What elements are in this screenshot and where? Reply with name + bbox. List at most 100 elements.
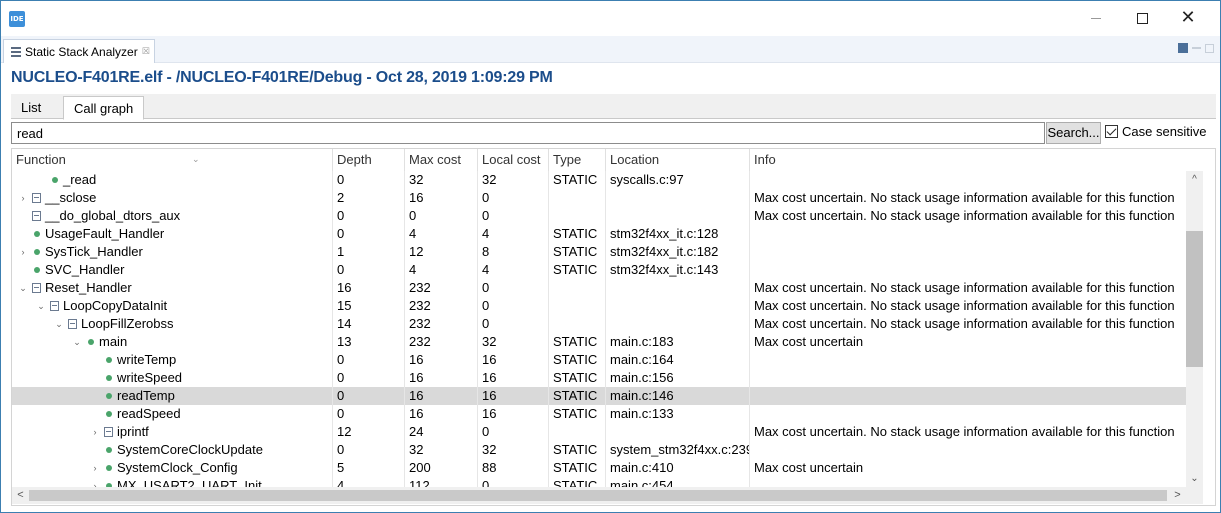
scroll-left-icon[interactable]: < [12,487,29,504]
close-icon: ✕ [1180,7,1196,28]
collapse-chevron-icon[interactable]: ⌄ [18,279,28,297]
table-row[interactable]: ⌄ main 13 232 32 STATIC main.c:183 Max cost unc… [12,333,1187,351]
tab-list[interactable]: List [11,96,51,119]
cell-function: UsageFault_Handler [12,225,333,243]
cell-max-cost: 200 [405,459,478,477]
cell-function: ⌄ Reset_Handler [12,279,333,297]
table-row[interactable]: › SysTick_Handler 1 12 8 STATIC stm32f4xx_it.c… [12,243,1187,261]
table-row[interactable]: › __sclose 2 16 0 Max cost uncertain. No stac… [12,189,1187,207]
cell-max-cost: 16 [405,405,478,423]
column-header-local-cost[interactable]: Local cost [478,149,549,171]
tab-close-icon[interactable]: ☒ [142,46,150,57]
view-menu-icon[interactable] [1178,43,1188,53]
cell-local-cost: 32 [478,441,549,459]
column-header-type[interactable]: Type [549,149,606,171]
scroll-right-icon[interactable]: > [1169,487,1186,504]
horizontal-scrollbar[interactable]: < > [12,487,1203,504]
cell-depth: 5 [333,459,405,477]
ide-window: IDE ✕ Static Stack Analyzer ☒ NUCLEO-F40… [0,0,1221,513]
tab-call-graph[interactable]: Call graph [63,96,145,120]
table-row[interactable]: › SystemClock_Config 5 200 88 STATIC main.c:41… [12,459,1187,477]
cell-info: Max cost uncertain [754,460,864,475]
vertical-scrollbar[interactable]: ^ ⌄ [1186,171,1203,487]
cell-info [750,243,1187,261]
function-name: __do_global_dtors_aux [45,208,181,223]
tab-static-stack-analyzer[interactable]: Static Stack Analyzer ☒ [3,39,155,63]
cell-type [549,279,606,297]
cell-max-cost: 0 [405,207,478,225]
view-minimize-icon[interactable] [1192,47,1201,49]
table-row[interactable]: SystemCoreClockUpdate 0 32 32 STATIC system_s… [12,441,1187,459]
cell-depth: 0 [333,171,405,189]
table-row[interactable]: ⌄ LoopFillZerobss 14 232 0 Max cost uncertain… [12,315,1187,333]
cell-location: stm32f4xx_it.c:182 [606,243,750,261]
sort-chevron-icon: ⌄ [192,154,200,164]
scroll-down-icon[interactable]: ⌄ [1186,470,1203,487]
function-name: readTemp [117,388,175,403]
cell-max-cost: 24 [405,423,478,441]
table-row[interactable]: readTemp 0 16 16 STATIC main.c:146 [12,387,1187,405]
column-header-info[interactable]: Info [750,149,1187,171]
cell-max-cost: 12 [405,243,478,261]
function-name: UsageFault_Handler [45,226,165,241]
column-header-max-cost[interactable]: Max cost [405,149,478,171]
table-row[interactable]: __do_global_dtors_aux 0 0 0 Max cost uncerta… [12,207,1187,225]
table-row[interactable]: › iprintf 12 24 0 Max cost uncertain. No stac… [12,423,1187,441]
table-row[interactable]: writeSpeed 0 16 16 STATIC main.c:156 [12,369,1187,387]
cell-function: › iprintf [12,423,333,441]
table-row[interactable]: ⌄ LoopCopyDataInit 15 232 0 Max cost uncertai… [12,297,1187,315]
view-maximize-icon[interactable] [1205,43,1214,53]
cell-max-cost: 4 [405,261,478,279]
cell-depth: 0 [333,405,405,423]
cell-type [549,297,606,315]
close-button[interactable]: ✕ [1165,1,1211,35]
cell-type: STATIC [549,351,606,369]
table-row[interactable]: writeTemp 0 16 16 STATIC main.c:164 [12,351,1187,369]
column-header-function[interactable]: Function ⌄ [12,149,333,171]
expand-chevron-icon[interactable]: › [18,189,28,207]
library-file-icon [50,301,59,311]
minimize-button[interactable] [1073,1,1119,35]
cell-location: main.c:133 [606,405,750,423]
maximize-button[interactable] [1119,1,1165,35]
cell-location [606,315,750,333]
cell-function: ⌄ main [12,333,333,351]
expand-chevron-icon[interactable]: › [90,459,100,477]
case-sensitive-checkbox[interactable] [1105,125,1118,138]
cell-function: ⌄ LoopFillZerobss [12,315,333,333]
function-name: iprintf [117,424,149,439]
collapse-chevron-icon[interactable]: ⌄ [54,315,64,333]
scroll-up-icon[interactable]: ^ [1186,171,1203,188]
cell-local-cost: 4 [478,261,549,279]
expand-chevron-icon[interactable]: › [18,243,28,261]
search-button[interactable]: Search... [1046,122,1101,144]
function-dot-icon [52,177,58,183]
column-header-depth[interactable]: Depth [333,149,405,171]
table-row[interactable]: readSpeed 0 16 16 STATIC main.c:133 [12,405,1187,423]
cell-type [549,423,606,441]
table-row[interactable]: ⌄ Reset_Handler 16 232 0 Max cost uncertain. … [12,279,1187,297]
cell-location [606,297,750,315]
case-sensitive-toggle[interactable]: Case sensitive [1105,124,1207,139]
table-row[interactable]: UsageFault_Handler 0 4 4 STATIC stm32f4xx_it.… [12,225,1187,243]
cell-local-cost: 0 [478,297,549,315]
cell-type: STATIC [549,261,606,279]
table-row[interactable]: _read 0 32 32 STATIC syscalls.c:97 [12,171,1187,189]
cell-max-cost: 232 [405,279,478,297]
column-header-location[interactable]: Location [606,149,750,171]
cell-local-cost: 16 [478,405,549,423]
vertical-scroll-thumb[interactable] [1186,231,1203,367]
table-row[interactable]: SVC_Handler 0 4 4 STATIC stm32f4xx_it.c:143 [12,261,1187,279]
maximize-icon [1136,12,1148,24]
horizontal-scroll-thumb[interactable] [29,490,1167,501]
function-name: SystemClock_Config [117,460,238,475]
expand-chevron-icon[interactable]: › [90,423,100,441]
function-dot-icon [34,267,40,273]
cell-location: stm32f4xx_it.c:128 [606,225,750,243]
collapse-chevron-icon[interactable]: ⌄ [36,297,46,315]
search-input[interactable] [11,122,1045,144]
function-dot-icon [106,393,112,399]
collapse-chevron-icon[interactable]: ⌄ [72,333,82,351]
function-name: LoopFillZerobss [81,316,174,331]
function-dot-icon [106,411,112,417]
